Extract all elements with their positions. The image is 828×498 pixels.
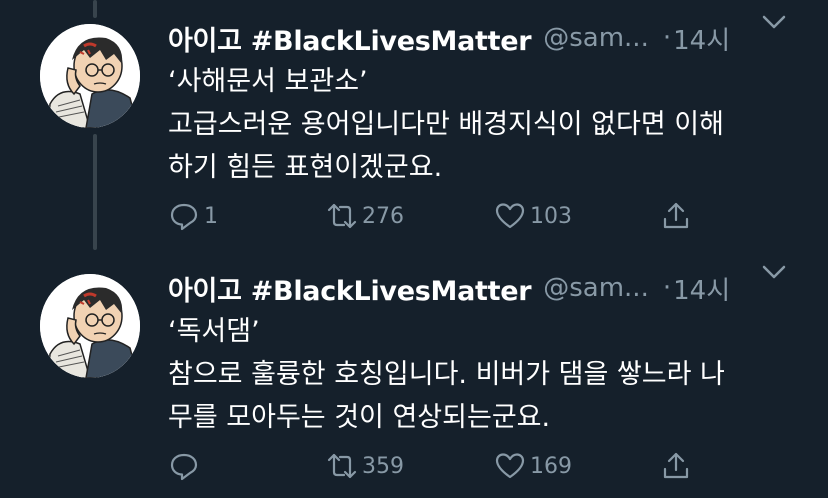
tweet-text-line: 참으로 훌륭한 호칭입니다. 비버가 댐을 쌓느라 나 (168, 359, 725, 390)
share-icon (663, 202, 689, 229)
retweet-button[interactable]: 276 (326, 198, 404, 234)
thread-line-top (93, 0, 97, 18)
tweet[interactable]: 아이고 #BlackLivesMatter @sam... · 14시 ‘독서댐… (0, 250, 828, 498)
reply-icon (170, 203, 198, 231)
share-icon (663, 452, 689, 479)
tweet-content: 아이고 #BlackLivesMatter @sam... · 14시 ‘독서댐… (168, 266, 808, 439)
retweet-button[interactable]: 359 (326, 448, 404, 484)
tweet-text-line: 하기 힘든 표현이겠군요. (168, 152, 443, 183)
tweet-actions: 359 169 (168, 448, 708, 488)
reply-count: 1 (204, 203, 218, 229)
author-display-name[interactable]: 아이고 #BlackLivesMatter (168, 269, 532, 308)
avatar[interactable] (40, 274, 140, 378)
separator-dot: · (662, 23, 672, 53)
like-button[interactable]: 103 (494, 198, 572, 234)
retweet-icon (327, 453, 357, 479)
like-button[interactable]: 169 (494, 448, 572, 484)
tweet-text-line: 무를 모아두는 것이 연상되는군요. (168, 402, 551, 433)
share-button[interactable] (660, 448, 692, 484)
retweet-icon (327, 203, 357, 229)
avatar-illustration (40, 24, 140, 128)
avatar-illustration (40, 274, 140, 378)
tweet-time[interactable]: 14시 (673, 20, 730, 57)
tweet-content: 아이고 #BlackLivesMatter @sam... · 14시 ‘사해문… (168, 16, 808, 189)
tweet[interactable]: 아이고 #BlackLivesMatter @sam... · 14시 ‘사해문… (0, 0, 828, 250)
chevron-down-icon[interactable] (760, 12, 788, 32)
tweet-text-line: ‘독서댐’ (168, 316, 260, 347)
tweet-header: 아이고 #BlackLivesMatter @sam... · 14시 (168, 16, 808, 60)
like-count: 103 (530, 203, 572, 229)
reply-button[interactable]: 1 (168, 198, 218, 234)
reply-button[interactable] (168, 448, 204, 484)
retweet-count: 276 (362, 203, 404, 229)
separator-dot: · (662, 273, 672, 303)
thread-line-bottom (93, 134, 97, 250)
tweet-actions: 1 276 103 (168, 198, 708, 238)
tweet-time[interactable]: 14시 (673, 270, 730, 307)
tweet-header: 아이고 #BlackLivesMatter @sam... · 14시 (168, 266, 808, 310)
reply-icon (170, 453, 198, 481)
tweet-text-line: 고급스러운 용어입니다만 배경지식이 없다면 이해 (168, 109, 724, 140)
author-handle[interactable]: @sam... (543, 23, 649, 53)
chevron-down-icon[interactable] (760, 262, 788, 282)
tweet-text-line: ‘사해문서 보관소’ (168, 66, 368, 97)
author-handle[interactable]: @sam... (543, 273, 649, 303)
like-icon (495, 203, 525, 229)
author-display-name[interactable]: 아이고 #BlackLivesMatter (168, 19, 532, 58)
like-icon (495, 453, 525, 479)
like-count: 169 (530, 453, 572, 479)
share-button[interactable] (660, 198, 692, 234)
avatar[interactable] (40, 24, 140, 128)
retweet-count: 359 (362, 453, 404, 479)
